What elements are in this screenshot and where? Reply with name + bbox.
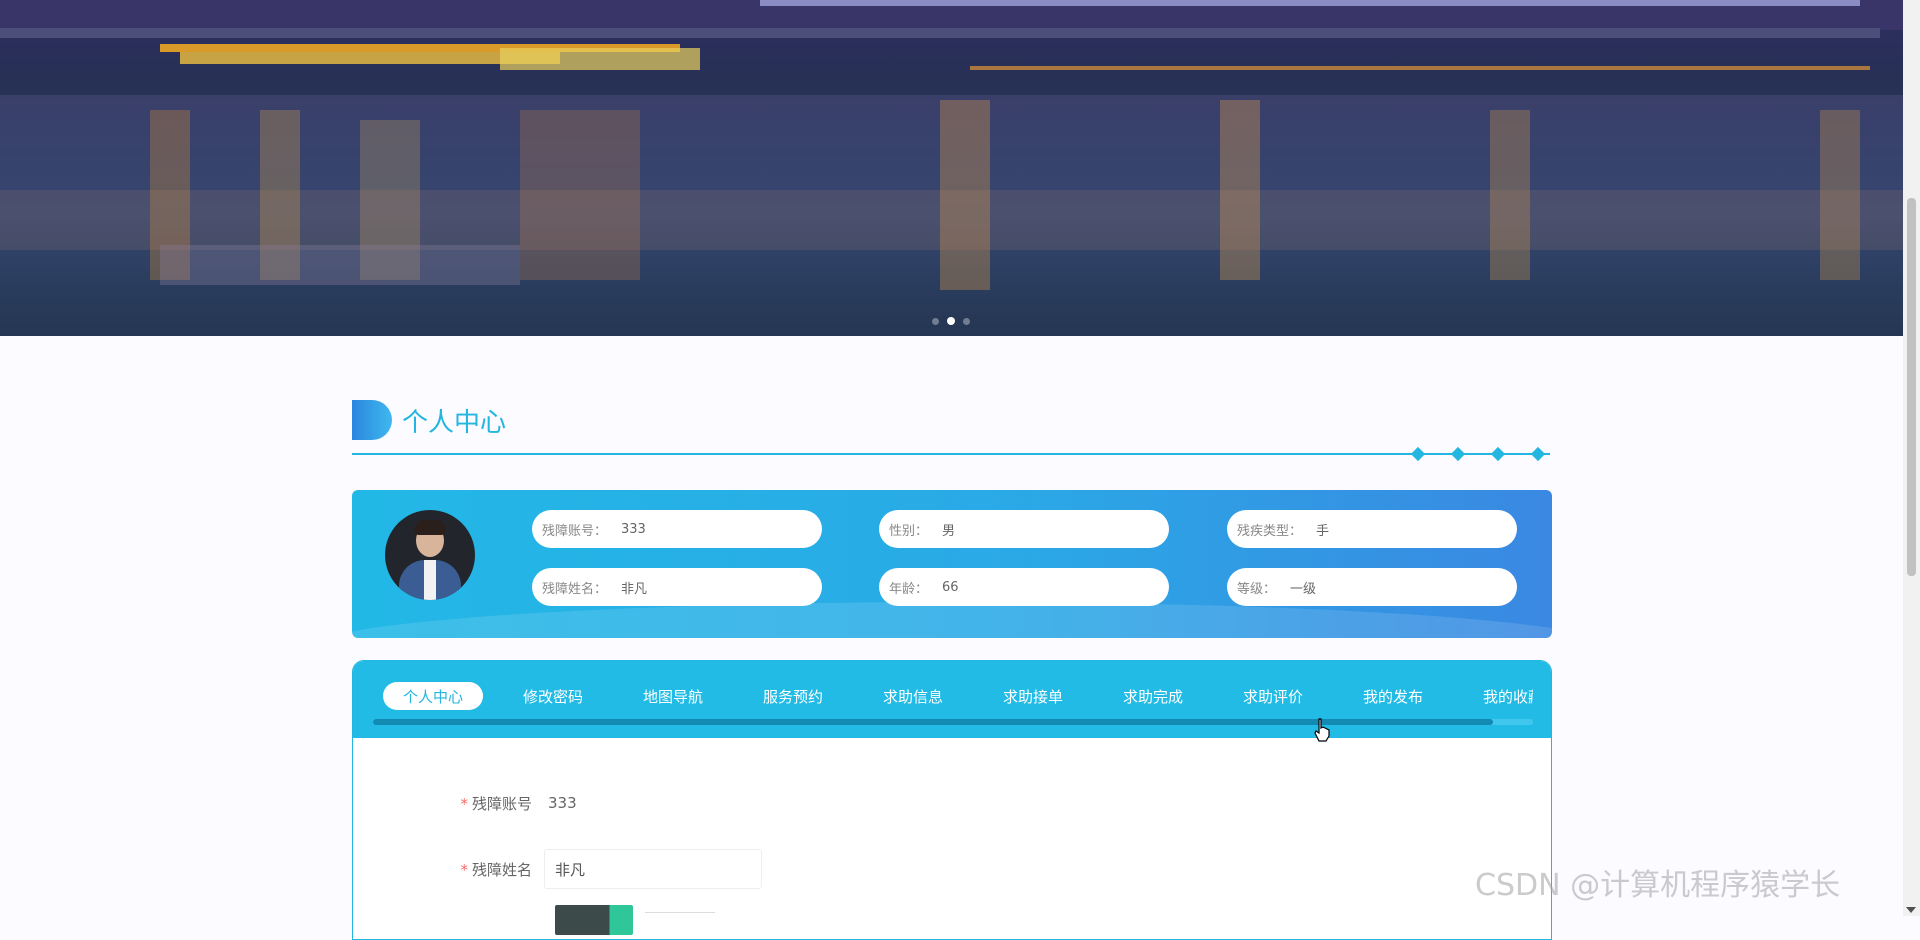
carousel-dot[interactable] bbox=[963, 317, 970, 325]
name-input[interactable]: 非凡 bbox=[544, 849, 762, 889]
tab-my-favorites[interactable]: 我的收藏 bbox=[1463, 682, 1533, 710]
title-mark-icon bbox=[352, 400, 392, 440]
account-label: * 残障账号 bbox=[353, 793, 544, 814]
tab-my-posts[interactable]: 我的发布 bbox=[1343, 682, 1443, 710]
profile-gender: 性别： 男 bbox=[879, 510, 1169, 548]
profile-disability-type-value: 手 bbox=[1316, 523, 1330, 539]
profile-age: 年龄： 66 bbox=[879, 568, 1169, 606]
tab-bar: 个人中心 修改密码 地图导航 服务预约 求助信息 求助接单 求助完成 求助评价 … bbox=[353, 661, 1551, 738]
profile-disability-type-label: 残疾类型： bbox=[1237, 523, 1303, 539]
hero-banner[interactable] bbox=[0, 0, 1903, 336]
scroll-down-arrow-icon[interactable] bbox=[1906, 907, 1916, 913]
avatar-upload-preview[interactable] bbox=[555, 905, 633, 935]
banner-image bbox=[0, 0, 1903, 336]
tab-personal-center[interactable]: 个人中心 bbox=[383, 682, 483, 710]
carousel-dot-active[interactable] bbox=[947, 317, 955, 325]
profile-gender-value: 男 bbox=[942, 523, 956, 539]
name-label: * 残障姓名 bbox=[353, 859, 544, 880]
hand-cursor-icon bbox=[1314, 718, 1330, 742]
tab-help-review[interactable]: 求助评价 bbox=[1223, 682, 1323, 710]
profile-name-value: 非凡 bbox=[621, 581, 648, 597]
profile-card: 残障账号： 333 性别： 男 残疾类型： 手 残障姓名： 非凡 年龄： 66 … bbox=[352, 490, 1552, 638]
profile-level-label: 等级： bbox=[1237, 581, 1277, 597]
upload-divider bbox=[645, 912, 715, 913]
page-scrollbar[interactable] bbox=[1903, 0, 1920, 916]
account-label-text: 残障账号 bbox=[471, 794, 532, 813]
avatar bbox=[385, 510, 475, 600]
tab-list: 个人中心 修改密码 地图导航 服务预约 求助信息 求助接单 求助完成 求助评价 … bbox=[383, 682, 1533, 710]
profile-level: 等级： 一级 bbox=[1227, 568, 1517, 606]
tab-panel: 个人中心 修改密码 地图导航 服务预约 求助信息 求助接单 求助完成 求助评价 … bbox=[352, 660, 1552, 940]
form-row-account: * 残障账号 333 bbox=[353, 783, 1551, 823]
diamond-icon bbox=[1490, 446, 1506, 462]
profile-disability-type: 残疾类型： 手 bbox=[1227, 510, 1517, 548]
profile-account-value: 333 bbox=[621, 521, 646, 537]
tab-service-booking[interactable]: 服务预约 bbox=[743, 682, 843, 710]
profile-account-label: 残障账号： bbox=[542, 523, 608, 539]
form-row-name: * 残障姓名 非凡 bbox=[353, 849, 1551, 889]
profile-name-label: 残障姓名： bbox=[542, 581, 608, 597]
diamond-icon bbox=[1450, 446, 1466, 462]
profile-account: 残障账号： 333 bbox=[532, 510, 822, 548]
profile-level-value: 一级 bbox=[1290, 581, 1317, 597]
title-divider bbox=[352, 453, 1550, 455]
tab-help-complete[interactable]: 求助完成 bbox=[1103, 682, 1203, 710]
card-wave-decoration bbox=[352, 602, 1552, 638]
carousel-dot[interactable] bbox=[932, 317, 939, 325]
page-title: 个人中心 bbox=[402, 407, 507, 438]
account-value: 333 bbox=[548, 794, 577, 812]
required-mark: * bbox=[460, 794, 468, 813]
tab-map-navigation[interactable]: 地图导航 bbox=[623, 682, 723, 710]
profile-gender-label: 性别： bbox=[889, 523, 929, 539]
required-mark: * bbox=[460, 860, 468, 879]
tab-help-accept[interactable]: 求助接单 bbox=[983, 682, 1083, 710]
diamond-icon bbox=[1530, 446, 1546, 462]
scrollbar-thumb[interactable] bbox=[1907, 198, 1916, 576]
profile-age-value: 66 bbox=[942, 579, 959, 595]
tab-change-password[interactable]: 修改密码 bbox=[503, 682, 603, 710]
profile-age-label: 年龄： bbox=[889, 581, 929, 597]
watermark: CSDN @计算机程序猿学长 bbox=[1475, 868, 1841, 903]
diamond-icon bbox=[1410, 446, 1426, 462]
carousel-indicators bbox=[932, 317, 970, 325]
tab-help-info[interactable]: 求助信息 bbox=[863, 682, 963, 710]
profile-name: 残障姓名： 非凡 bbox=[532, 568, 822, 606]
section-header: 个人中心 bbox=[352, 400, 506, 440]
name-label-text: 残障姓名 bbox=[471, 860, 532, 879]
